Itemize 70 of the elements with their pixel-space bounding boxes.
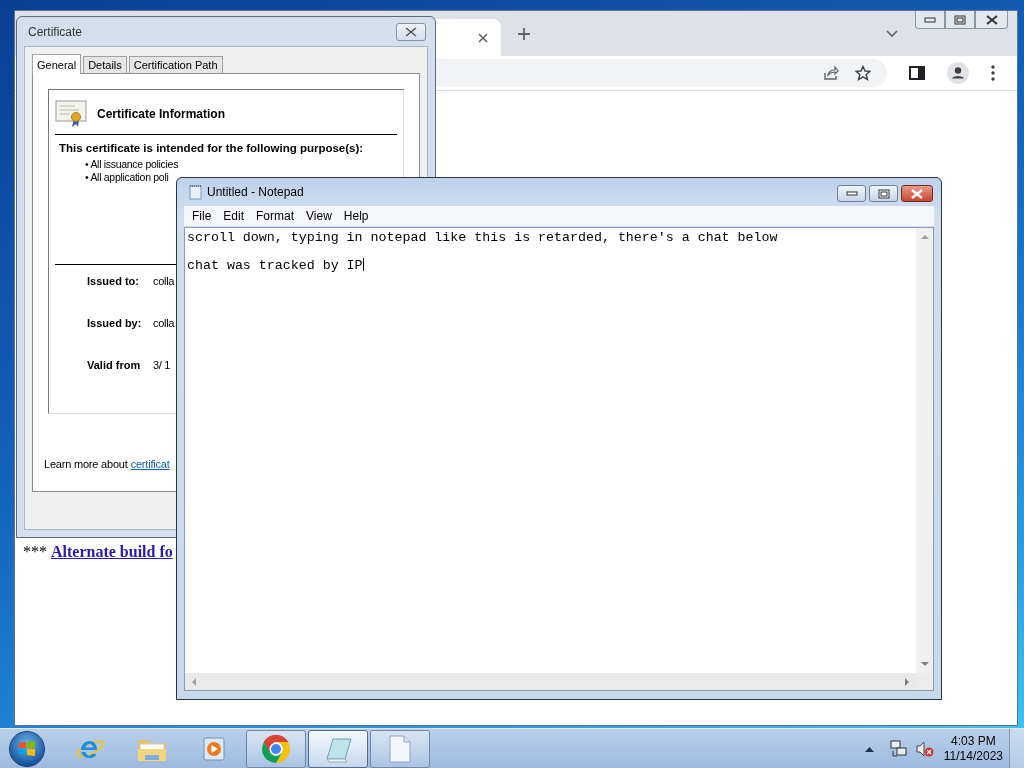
purpose-item: • All application poli	[85, 171, 170, 184]
close-button[interactable]	[901, 185, 933, 202]
field-value: colla	[153, 317, 175, 329]
page-link[interactable]: Alternate build fo	[51, 543, 173, 561]
taskbar-button[interactable]	[370, 729, 430, 768]
maximize-icon	[877, 188, 890, 199]
menu-item[interactable]: Edit	[217, 209, 251, 223]
clock[interactable]: 4:03 PM 11/14/2023	[943, 733, 1003, 764]
maximize-icon	[954, 14, 966, 25]
side-panel-icon[interactable]	[909, 66, 925, 80]
window-title: Untitled - Notepad	[207, 185, 304, 199]
volume-muted-icon[interactable]	[915, 739, 934, 758]
minimize-icon	[845, 191, 858, 196]
star-icon[interactable]	[855, 65, 871, 81]
help-link[interactable]: certificat	[130, 458, 170, 470]
page-text: ***	[23, 543, 47, 561]
purpose-item: • All issuance policies	[85, 158, 180, 171]
close-button[interactable]	[975, 11, 1008, 29]
menu-icon[interactable]	[991, 65, 995, 81]
field-value: 3/ 1	[153, 359, 171, 371]
close-button[interactable]	[396, 22, 426, 41]
certificate-icon	[55, 100, 87, 128]
help-text: Learn more about	[44, 458, 128, 470]
close-icon	[984, 14, 999, 25]
field-label: Valid from	[87, 359, 142, 371]
media-player-icon	[201, 735, 227, 762]
maximize-button[interactable]	[869, 185, 898, 202]
field-label: Issued to:	[87, 275, 140, 287]
scroll-right-icon[interactable]	[905, 677, 910, 686]
text-line: scroll down, typing in notepad like this is retarded, there's a chat below	[187, 230, 778, 245]
scroll-left-icon[interactable]	[191, 677, 196, 686]
windows-logo-icon	[17, 738, 37, 759]
menu-item[interactable]: View	[300, 209, 338, 223]
dialog-tab[interactable]: Certification Path	[128, 56, 223, 73]
menu-item[interactable]: File	[186, 209, 218, 223]
taskbar-button[interactable]	[308, 729, 368, 768]
taskbar-button[interactable]	[246, 729, 306, 768]
vertical-scrollbar[interactable]	[916, 228, 933, 673]
minimize-button[interactable]	[915, 11, 945, 29]
browser-icon	[261, 733, 291, 764]
close-icon	[910, 188, 924, 199]
network-icon[interactable]	[889, 739, 908, 758]
close-icon[interactable]	[477, 31, 489, 44]
dialog-tab[interactable]: General	[32, 54, 82, 74]
document-icon	[389, 734, 411, 763]
scroll-down-icon[interactable]	[920, 662, 929, 667]
notepad-icon	[189, 184, 202, 200]
menu-item[interactable]: Help	[337, 209, 375, 223]
close-icon	[404, 26, 418, 37]
text-cursor	[362, 258, 364, 271]
share-icon[interactable]	[823, 65, 839, 81]
section-title: Certificate Information	[97, 107, 225, 121]
chevron-down-icon[interactable]	[885, 28, 899, 39]
menu-item[interactable]: Format	[250, 209, 301, 223]
window-title: Certificate	[28, 24, 84, 39]
dialog-tab[interactable]: Details	[83, 56, 127, 73]
new-tab-icon[interactable]	[517, 26, 531, 41]
start-button[interactable]	[9, 730, 45, 767]
field-label: Issued by:	[87, 317, 143, 329]
field-value: colla	[153, 275, 175, 287]
scroll-up-icon[interactable]	[920, 234, 929, 239]
size-grip[interactable]	[916, 673, 933, 690]
text-line: chat was tracked by IP	[187, 258, 363, 273]
show-hidden-icons-icon[interactable]	[864, 745, 874, 752]
profile-icon[interactable]	[947, 62, 969, 84]
purpose-heading: This certificate is intended for the following purpose(s):	[58, 141, 365, 156]
minimize-icon	[924, 16, 936, 23]
show-desktop-button[interactable]	[1009, 728, 1024, 768]
minimize-button[interactable]	[837, 185, 866, 202]
horizontal-scrollbar[interactable]	[185, 673, 916, 690]
